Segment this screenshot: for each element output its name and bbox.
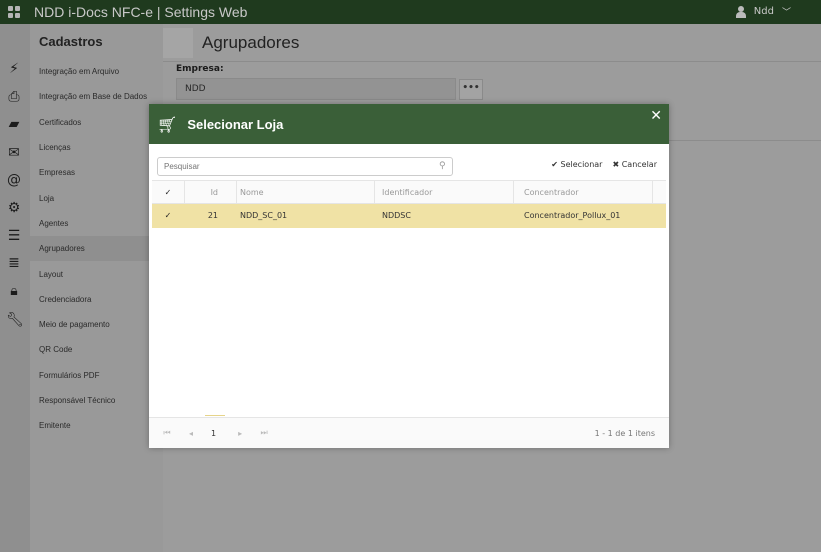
sidebar-item-integracao-arquivo[interactable]: Integração em Arquivo	[30, 59, 163, 84]
select-all-checkbox[interactable]: ✓	[152, 181, 185, 203]
empresa-label: Empresa:	[176, 64, 224, 74]
table-row[interactable]: ✓ 21 NDD_SC_01 NDDSC Concentrador_Pollux…	[152, 204, 666, 228]
first-page-icon[interactable]: ⏮︎	[161, 428, 173, 438]
icon-bar: ⚡ ⎙ ▰ ✉ @ ⚙ ☰ ≣ 🔒︎ 🔧︎	[0, 24, 30, 552]
next-page-icon[interactable]: ▸	[234, 429, 246, 438]
envelope-icon[interactable]: ✉	[6, 146, 22, 160]
sidebar-item-responsavel-tecnico[interactable]: Responsável Técnico	[30, 388, 163, 413]
dialog-actions: ✔ Selecionar ✖ Cancelar	[551, 160, 657, 169]
lock-icon[interactable]: 🔒︎	[6, 284, 22, 298]
column-header-id[interactable]: Id	[185, 181, 237, 203]
user-name: Ndd	[753, 6, 774, 17]
pager: ⏮︎ ◂ 1 ▸ ⏭︎ 1 - 1 de 1 itens	[149, 414, 669, 448]
folder-open-icon[interactable]: ▰	[6, 117, 22, 131]
sidebar-item-integracao-base-dados[interactable]: Integração em Base de Dados	[30, 84, 163, 109]
sidebar-item-formularios-pdf[interactable]: Formulários PDF	[30, 363, 163, 388]
empresa-lookup-button[interactable]: •••	[459, 79, 483, 100]
page-title: Agrupadores	[202, 32, 300, 52]
table-header: ✓ Id Nome Identificador Concentrador	[152, 180, 666, 204]
sidebar-item-agentes[interactable]: Agentes	[30, 211, 163, 236]
sidebar-item-credenciadora[interactable]: Credenciadora	[30, 287, 163, 312]
sidebar-item-qr-code[interactable]: QR Code	[30, 337, 163, 362]
sidebar-item-licencas[interactable]: Licenças	[30, 135, 163, 160]
page-header-icon	[163, 27, 193, 58]
x-icon: ✖	[612, 160, 620, 169]
cell-concentrador: Concentrador_Pollux_01	[524, 211, 621, 220]
sidebar-item-meio-pagamento[interactable]: Meio de pagamento	[30, 312, 163, 337]
sidebar: Cadastros Integração em Arquivo Integraç…	[30, 24, 163, 552]
select-button[interactable]: ✔ Selecionar	[551, 160, 602, 169]
server-icon[interactable]: ≣	[6, 256, 22, 270]
chevron-down-icon: ﹀	[781, 8, 791, 18]
user-menu[interactable]: Ndd ﹀	[735, 5, 791, 18]
page-header: Agrupadores	[163, 24, 821, 62]
sidebar-item-certificados[interactable]: Certificados	[30, 110, 163, 135]
row-checkbox[interactable]: ✓	[152, 204, 185, 228]
check-icon: ✔	[551, 160, 558, 169]
search-input[interactable]	[157, 157, 453, 176]
column-header-concentrador[interactable]: Concentrador	[514, 181, 653, 203]
cell-identificador: NDDSC	[382, 211, 411, 220]
wrench-icon[interactable]: 🔧︎	[6, 313, 24, 327]
stores-table: ✓ Id Nome Identificador Concentrador ✓ 2…	[152, 180, 666, 228]
search-icon: ⚲	[439, 161, 446, 171]
current-page[interactable]: 1	[204, 414, 226, 438]
cancel-label: Cancelar	[621, 160, 657, 169]
top-bar: NDD i-Docs NFC-e | Settings Web Ndd ﹀	[0, 0, 821, 24]
sidebar-title: Cadastros	[39, 34, 103, 49]
app-title: NDD i-Docs NFC-e | Settings Web	[34, 4, 248, 20]
empresa-field[interactable]: NDD	[176, 78, 456, 100]
apps-grid-icon[interactable]	[8, 6, 20, 18]
gear-icon[interactable]: ⚙	[6, 201, 22, 215]
prev-page-icon[interactable]: ◂	[185, 429, 197, 438]
plug-icon[interactable]: ⚡	[6, 62, 22, 76]
cell-id: 21	[207, 211, 218, 220]
sidebar-item-loja[interactable]: Loja	[30, 185, 163, 210]
sidebar-item-layout[interactable]: Layout	[30, 261, 163, 286]
cancel-button[interactable]: ✖ Cancelar	[612, 160, 657, 169]
last-page-icon[interactable]: ⏭︎	[258, 428, 270, 438]
column-header-nome[interactable]: Nome	[237, 181, 375, 203]
dialog-header: 🛒︎ Selecionar Loja ✕	[149, 104, 669, 144]
close-icon[interactable]: ✕	[650, 108, 662, 124]
cell-nome: NDD_SC_01	[240, 211, 288, 220]
sidebar-item-empresas[interactable]: Empresas	[30, 160, 163, 185]
at-icon[interactable]: @	[6, 173, 22, 187]
pager-info: 1 - 1 de 1 itens	[594, 428, 655, 438]
printer-icon[interactable]: ⎙	[6, 90, 22, 104]
cart-icon: 🛒︎	[157, 114, 178, 134]
user-icon	[735, 5, 746, 18]
select-label: Selecionar	[560, 160, 603, 169]
dialog-title: Selecionar Loja	[187, 116, 284, 132]
sliders-icon[interactable]: ☰	[6, 229, 22, 243]
select-store-dialog: 🛒︎ Selecionar Loja ✕ ⚲ ✔ Selecionar ✖ Ca…	[149, 104, 669, 448]
sidebar-item-agrupadores[interactable]: Agrupadores	[30, 236, 163, 262]
column-header-identificador[interactable]: Identificador	[375, 181, 514, 203]
sidebar-item-emitente[interactable]: Emitente	[30, 413, 163, 438]
